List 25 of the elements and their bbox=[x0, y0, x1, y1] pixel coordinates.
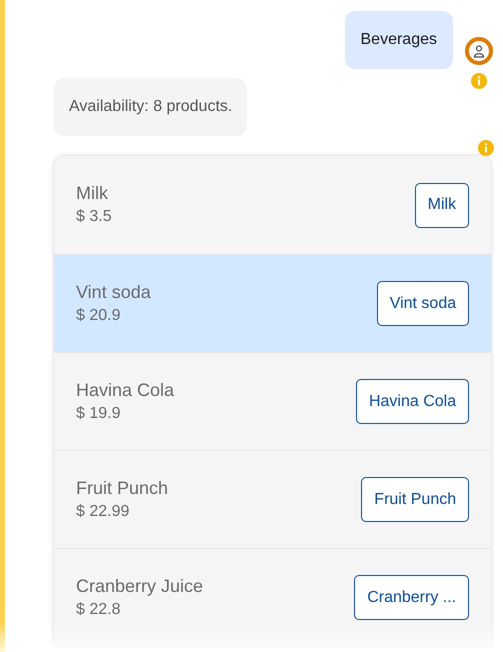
user-message: Beverages bbox=[344, 11, 453, 69]
product-button[interactable]: Fruit Punch bbox=[361, 477, 470, 522]
product-row[interactable]: Milk $ 3.5 Milk bbox=[54, 156, 492, 254]
product-price: $ 22.99 bbox=[76, 502, 130, 522]
product-price: $ 22.8 bbox=[76, 600, 122, 620]
user-avatar-icon bbox=[465, 37, 493, 65]
product-name: Vint soda bbox=[76, 280, 151, 304]
product-button[interactable]: Cranberry ... bbox=[354, 575, 470, 620]
product-row[interactable]: Havina Cola $ 19.9 Havina Cola bbox=[54, 352, 492, 450]
product-row[interactable]: Cranberry Juice $ 22.8 Cranberry ... bbox=[54, 548, 492, 646]
product-name: Fruit Punch bbox=[76, 476, 168, 500]
info-icon bbox=[471, 73, 487, 89]
product-price: $ 3.5 bbox=[76, 207, 112, 227]
product-name: Havina Cola bbox=[76, 378, 174, 402]
product-name: Cranberry Juice bbox=[76, 574, 204, 598]
product-button[interactable]: Havina Cola bbox=[356, 379, 470, 424]
product-row[interactable]: Fruit Punch $ 22.99 Fruit Punch bbox=[54, 450, 492, 548]
product-button[interactable]: Vint soda bbox=[376, 281, 470, 326]
product-row[interactable]: Vint soda $ 20.9 Vint soda bbox=[54, 254, 492, 352]
product-name: Milk bbox=[76, 182, 109, 205]
product-price: $ 20.9 bbox=[76, 306, 122, 326]
product-price: $ 19.9 bbox=[76, 404, 122, 424]
bot-message: Availability: 8 products. bbox=[54, 78, 248, 136]
product-button[interactable]: Milk bbox=[414, 182, 470, 228]
info-icon bbox=[478, 140, 494, 156]
